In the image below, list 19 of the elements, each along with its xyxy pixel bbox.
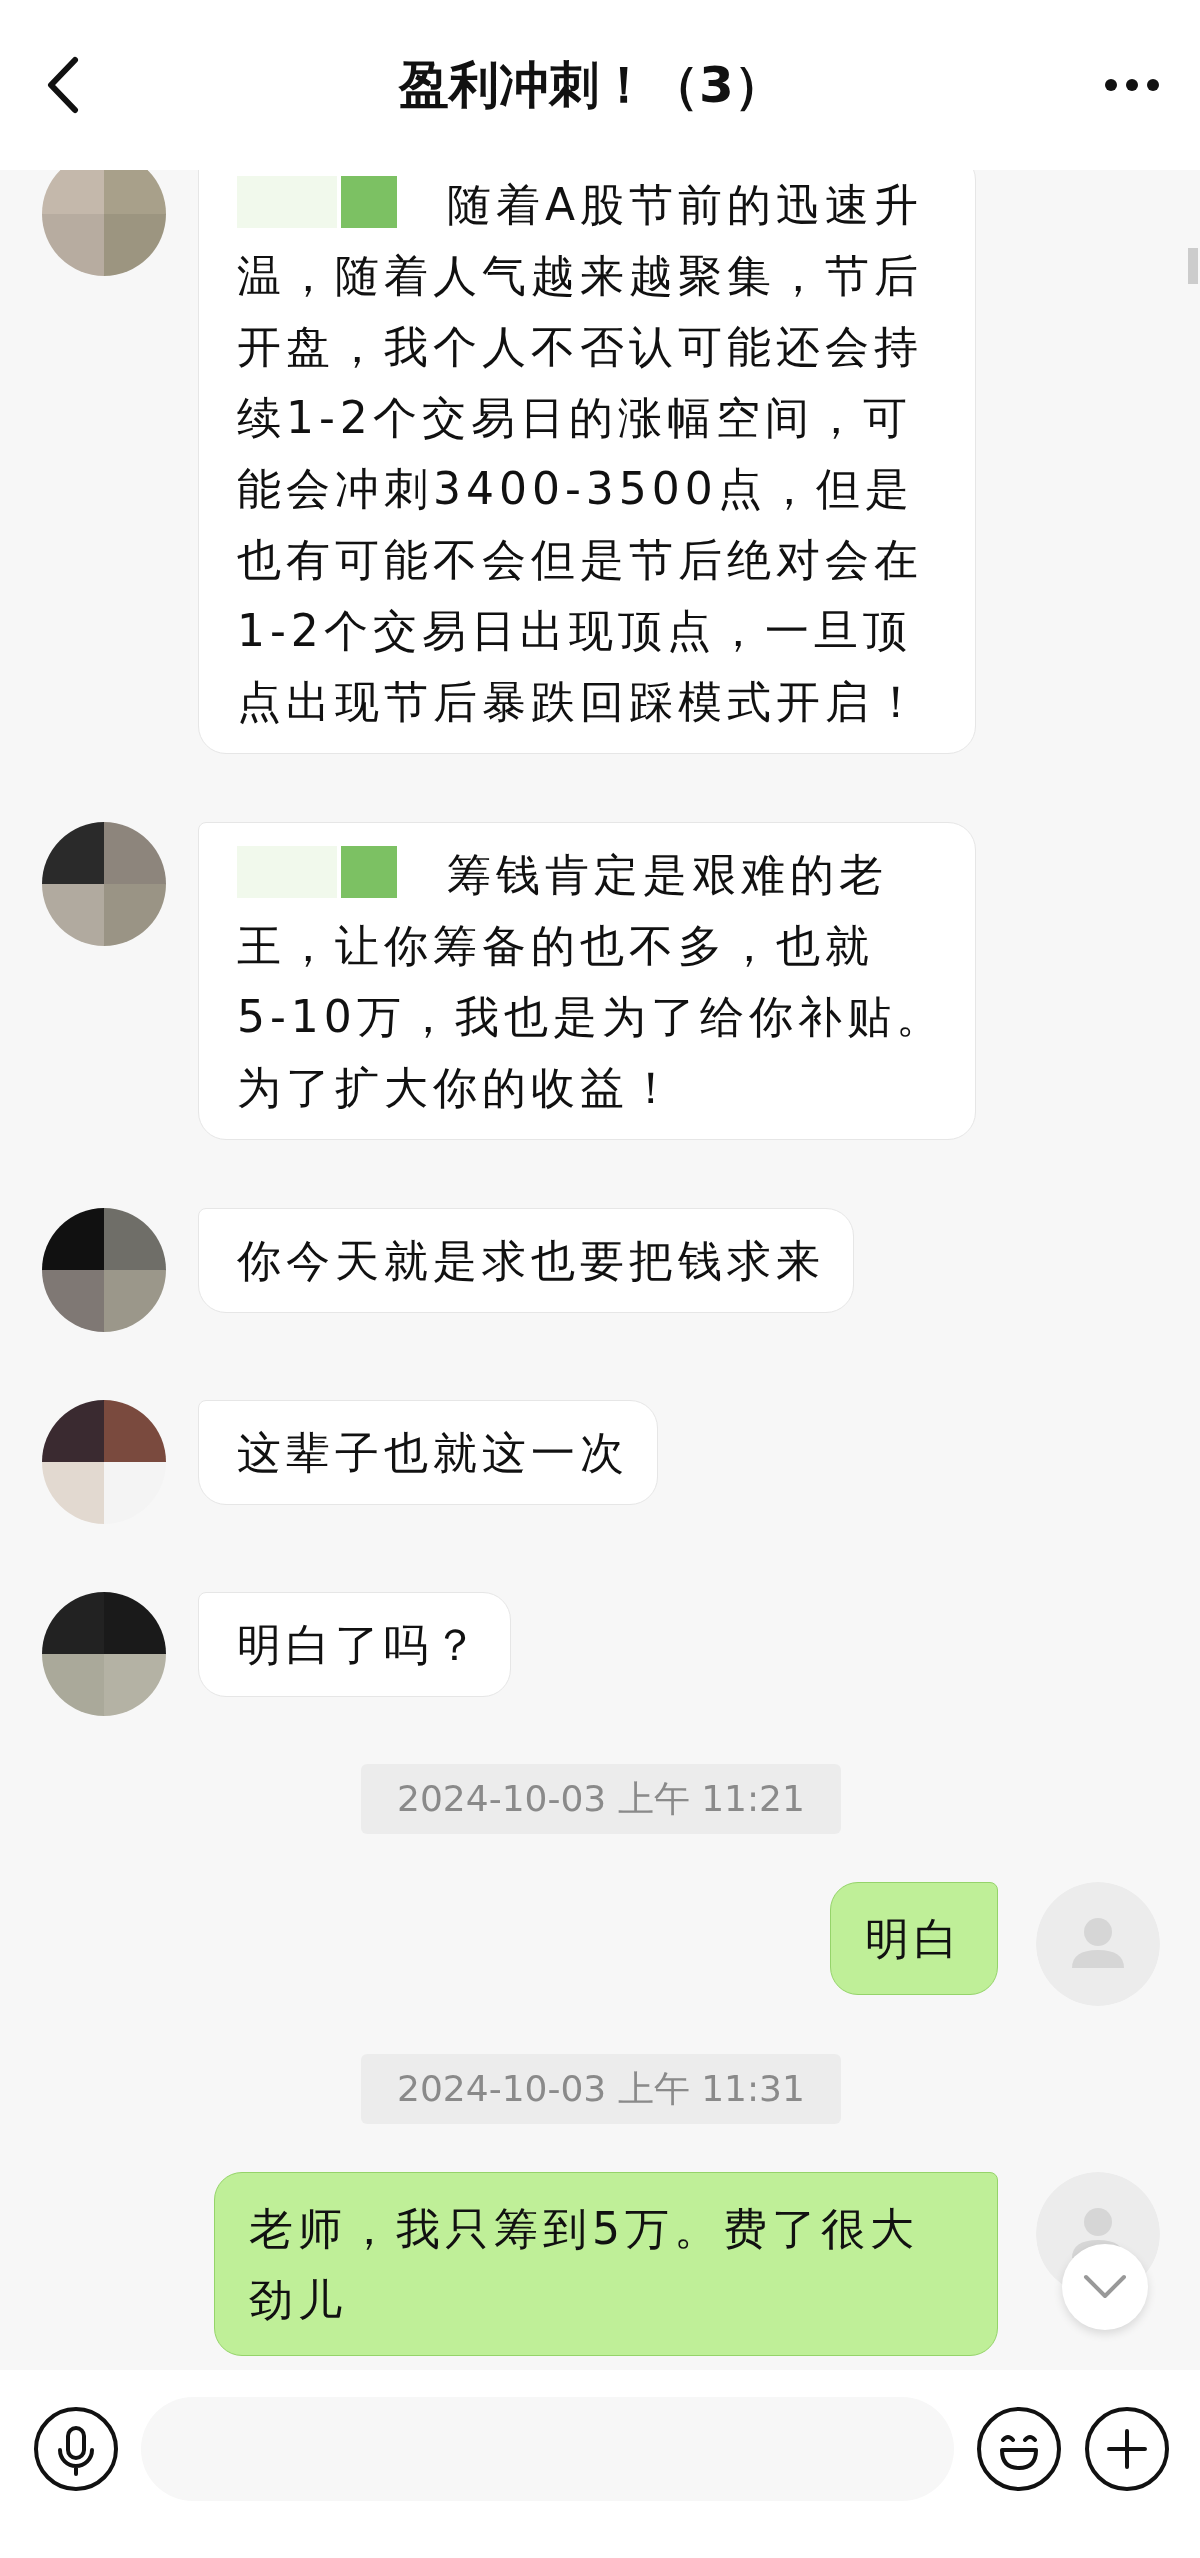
timestamp: 2024-10-03 上午 11:31	[361, 2054, 841, 2124]
message-bubble: 筹钱肯定是艰难的老王，让你筹备的也不多，也就5-10万，我也是为了给你补贴。为了扩大你的收益！	[198, 822, 976, 1140]
message-bubble: 老师，我只筹到5万。费了很大劲儿	[214, 2172, 998, 2356]
microphone-button[interactable]	[33, 2406, 119, 2492]
scroll-indicator	[1188, 248, 1198, 284]
scroll-down-button[interactable]	[1062, 2244, 1148, 2330]
chat-title: 盈利冲刺！（3）	[399, 54, 784, 116]
message-bubble: 这辈子也就这一次	[198, 1400, 658, 1505]
message-bubble: 明白了吗？	[198, 1592, 511, 1697]
back-icon[interactable]	[45, 56, 79, 114]
emoji-button[interactable]	[976, 2406, 1062, 2492]
add-button[interactable]	[1084, 2406, 1170, 2492]
message-bubble: 明白	[830, 1882, 998, 1995]
avatar-icon	[1036, 1882, 1160, 2006]
message-bubble: 随着A股节前的迅速升温，随着人气越来越聚集，节后开盘，我个人不否认可能还会持续1-2个交易日的涨幅空间，可能会冲刺3400-3500点，但是也有可能不会但是节后绝对会在1-2个交易日出现顶点，一旦顶点出现节后暴跌回踩模式开启！	[198, 170, 976, 754]
message-bubble: 你今天就是求也要把钱求来	[198, 1208, 854, 1313]
timestamp: 2024-10-03 上午 11:21	[361, 1764, 841, 1834]
more-icon[interactable]	[1104, 78, 1160, 92]
chevron-down-icon	[1083, 2274, 1127, 2300]
